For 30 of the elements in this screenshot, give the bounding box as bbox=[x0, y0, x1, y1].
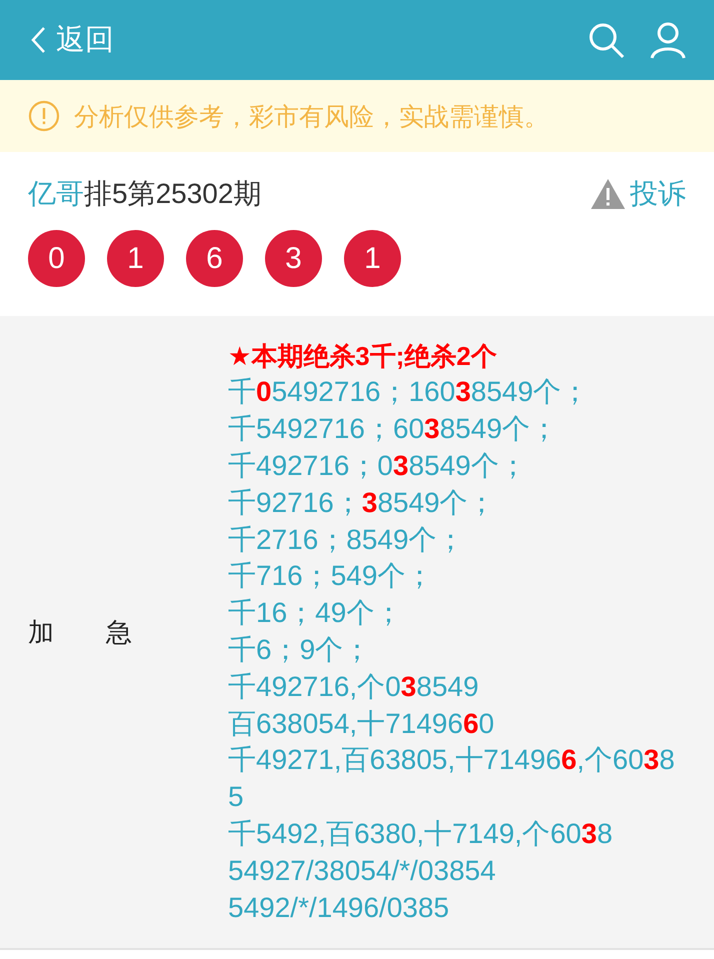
number-ball: 1 bbox=[344, 230, 401, 287]
prediction-line: 5492/*/1496/0385 bbox=[228, 890, 450, 925]
prediction-line: 千2716；8549个； bbox=[228, 522, 466, 557]
prediction-line: 千716；549个； bbox=[228, 559, 434, 594]
number-ball: 3 bbox=[265, 230, 322, 287]
back-chevron-icon bbox=[30, 26, 46, 54]
report-button[interactable]: 投诉 bbox=[590, 175, 686, 213]
issue-title: 排5第25302期 bbox=[84, 177, 262, 211]
prediction-line: 千05492716；16038549个； bbox=[228, 375, 590, 410]
number-ball: 6 bbox=[186, 230, 243, 287]
warning-icon bbox=[590, 178, 626, 210]
number-ball: 0 bbox=[28, 230, 85, 287]
prediction-line: 千6；9个； bbox=[228, 633, 372, 667]
prediction-line: 54927/38054/*/03854 bbox=[228, 854, 497, 888]
author-name[interactable]: 亿哥 bbox=[28, 175, 84, 213]
disclaimer-text: 分析仅供参考，彩市有风险，实战需谨慎。 bbox=[74, 102, 549, 132]
prediction-line: 千5492,百6380,十7149,个6038 bbox=[228, 816, 614, 851]
prediction-line: 百638054,十7149660 bbox=[228, 706, 496, 741]
info-icon bbox=[28, 100, 60, 132]
category-label: 加 急 bbox=[27, 616, 133, 648]
prediction-line: 千49271,百63805,十714966,个60385 bbox=[228, 743, 676, 814]
kill-summary-text: ★本期绝杀3千;绝杀2个 bbox=[228, 340, 498, 373]
prediction-line: 千492716,个038549 bbox=[228, 670, 480, 704]
number-ball: 1 bbox=[107, 230, 164, 287]
back-button[interactable]: 返回 bbox=[30, 20, 114, 60]
prediction-line: 千5492716；6038549个； bbox=[228, 412, 560, 446]
prediction-line: 千492716；038549个； bbox=[228, 449, 528, 484]
prediction-line: 千92716；38549个； bbox=[228, 486, 497, 520]
prediction-line: 千16；49个； bbox=[228, 596, 404, 630]
user-icon[interactable] bbox=[648, 20, 688, 60]
